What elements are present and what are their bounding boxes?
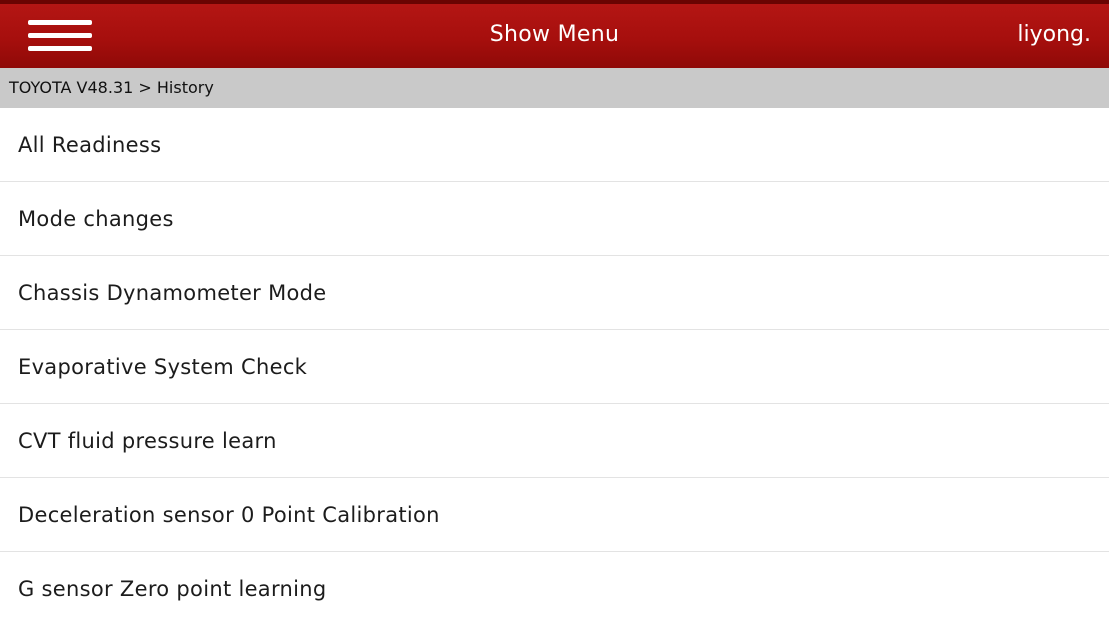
list-item-g-sensor-zero-point-learning[interactable]: G sensor Zero point learning xyxy=(0,552,1109,622)
list-item-evaporative-system-check[interactable]: Evaporative System Check xyxy=(0,330,1109,404)
app-screen: Show Menu liyong. TOYOTA V48.31 > Histor… xyxy=(0,0,1109,622)
list-item-deceleration-sensor-calibration[interactable]: Deceleration sensor 0 Point Calibration xyxy=(0,478,1109,552)
page-title[interactable]: Show Menu xyxy=(0,22,1109,47)
list-item-mode-changes[interactable]: Mode changes xyxy=(0,182,1109,256)
top-bar: Show Menu liyong. xyxy=(0,0,1109,68)
breadcrumb: TOYOTA V48.31 > History xyxy=(0,68,1109,108)
function-list: All Readiness Mode changes Chassis Dynam… xyxy=(0,108,1109,622)
list-item-cvt-fluid-pressure-learn[interactable]: CVT fluid pressure learn xyxy=(0,404,1109,478)
list-item-all-readiness[interactable]: All Readiness xyxy=(0,108,1109,182)
list-item-chassis-dynamometer-mode[interactable]: Chassis Dynamometer Mode xyxy=(0,256,1109,330)
user-name[interactable]: liyong. xyxy=(1017,22,1091,47)
